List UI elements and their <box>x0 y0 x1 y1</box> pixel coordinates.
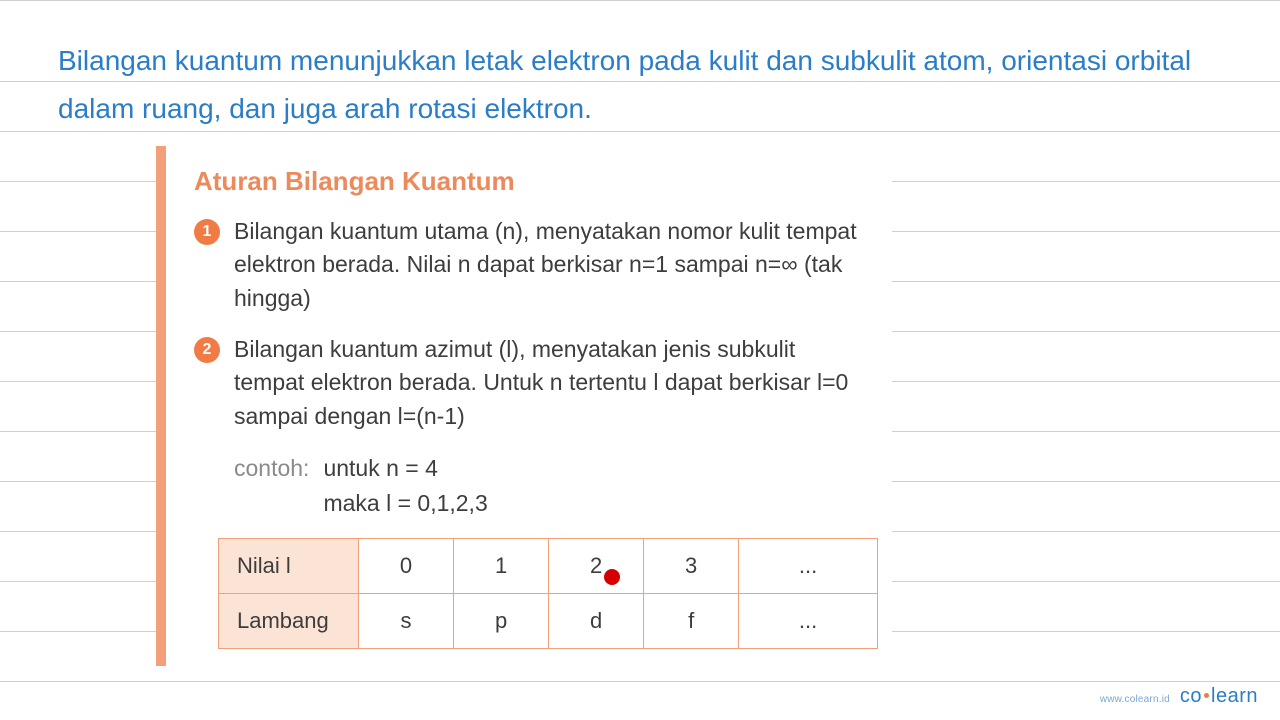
rule-text-1: Bilangan kuantum utama (n), menyatakan n… <box>234 215 862 315</box>
cell: p <box>454 594 549 649</box>
example-label: contoh: <box>234 451 309 520</box>
dot-icon <box>1204 693 1209 698</box>
table-row: Lambang s p d f ... <box>219 594 878 649</box>
table-row: Nilai l 0 1 2 3 ... <box>219 539 878 594</box>
example-line-1: untuk n = 4 <box>323 451 487 486</box>
cell: s <box>359 594 454 649</box>
rule-item-1: 1 Bilangan kuantum utama (n), menyatakan… <box>194 215 862 315</box>
logo-right: learn <box>1211 685 1258 707</box>
rule-text-2: Bilangan kuantum azimut (l), menyatakan … <box>234 333 862 433</box>
rule-item-2: 2 Bilangan kuantum azimut (l), menyataka… <box>194 333 862 433</box>
footer-brand: www.colearn.id colearn <box>1100 685 1258 708</box>
example-line-2: maka l = 0,1,2,3 <box>323 486 487 521</box>
cell: 3 <box>644 539 739 594</box>
cell: ... <box>739 539 878 594</box>
row-header-nilai: Nilai l <box>219 539 359 594</box>
page-root: Bilangan kuantum menunjukkan letak elekt… <box>0 0 1280 720</box>
logo-left: co <box>1180 685 1202 707</box>
footer-url: www.colearn.id <box>1100 694 1170 705</box>
example-block: contoh: untuk n = 4 maka l = 0,1,2,3 <box>234 451 862 520</box>
cursor-pointer-icon <box>604 569 620 585</box>
notecard-title: Aturan Bilangan Kuantum <box>194 166 862 197</box>
cell: f <box>644 594 739 649</box>
badge-1: 1 <box>194 219 220 245</box>
page-title: Bilangan kuantum menunjukkan letak elekt… <box>58 37 1220 132</box>
badge-2: 2 <box>194 337 220 363</box>
cell: d <box>549 594 644 649</box>
cell: ... <box>739 594 878 649</box>
cell: 2 <box>549 539 644 594</box>
cell: 1 <box>454 539 549 594</box>
footer-logo: colearn <box>1180 685 1258 708</box>
notecard: Aturan Bilangan Kuantum 1 Bilangan kuant… <box>156 146 892 666</box>
row-header-lambang: Lambang <box>219 594 359 649</box>
cell: 0 <box>359 539 454 594</box>
quantum-table: Nilai l 0 1 2 3 ... Lambang s p d f ... <box>218 538 878 649</box>
